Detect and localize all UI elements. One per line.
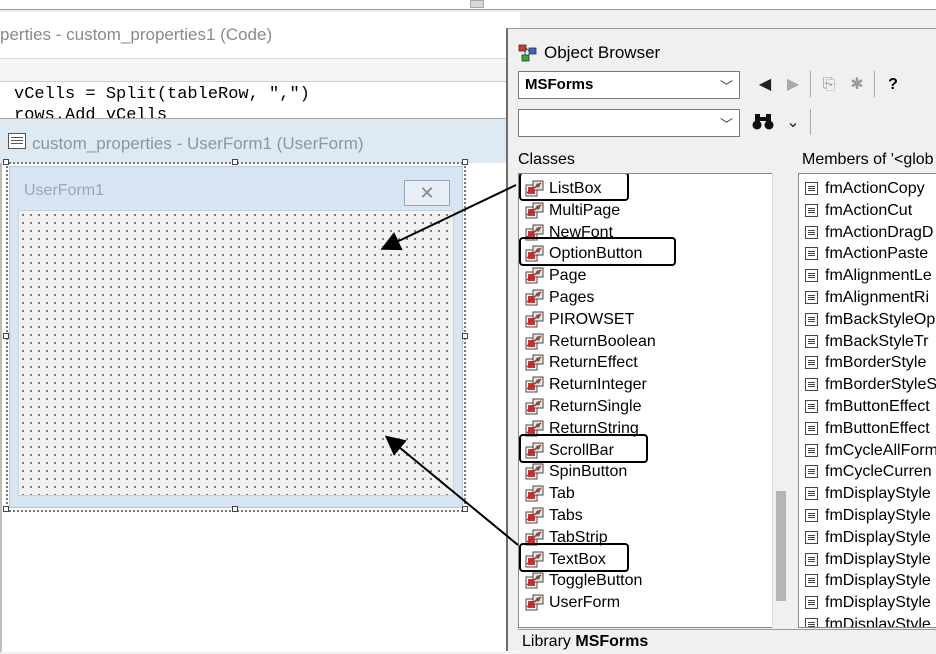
annotation-arrow (380, 184, 517, 251)
annotation-arrow (384, 435, 519, 546)
annotation-overlay (380, 184, 519, 546)
